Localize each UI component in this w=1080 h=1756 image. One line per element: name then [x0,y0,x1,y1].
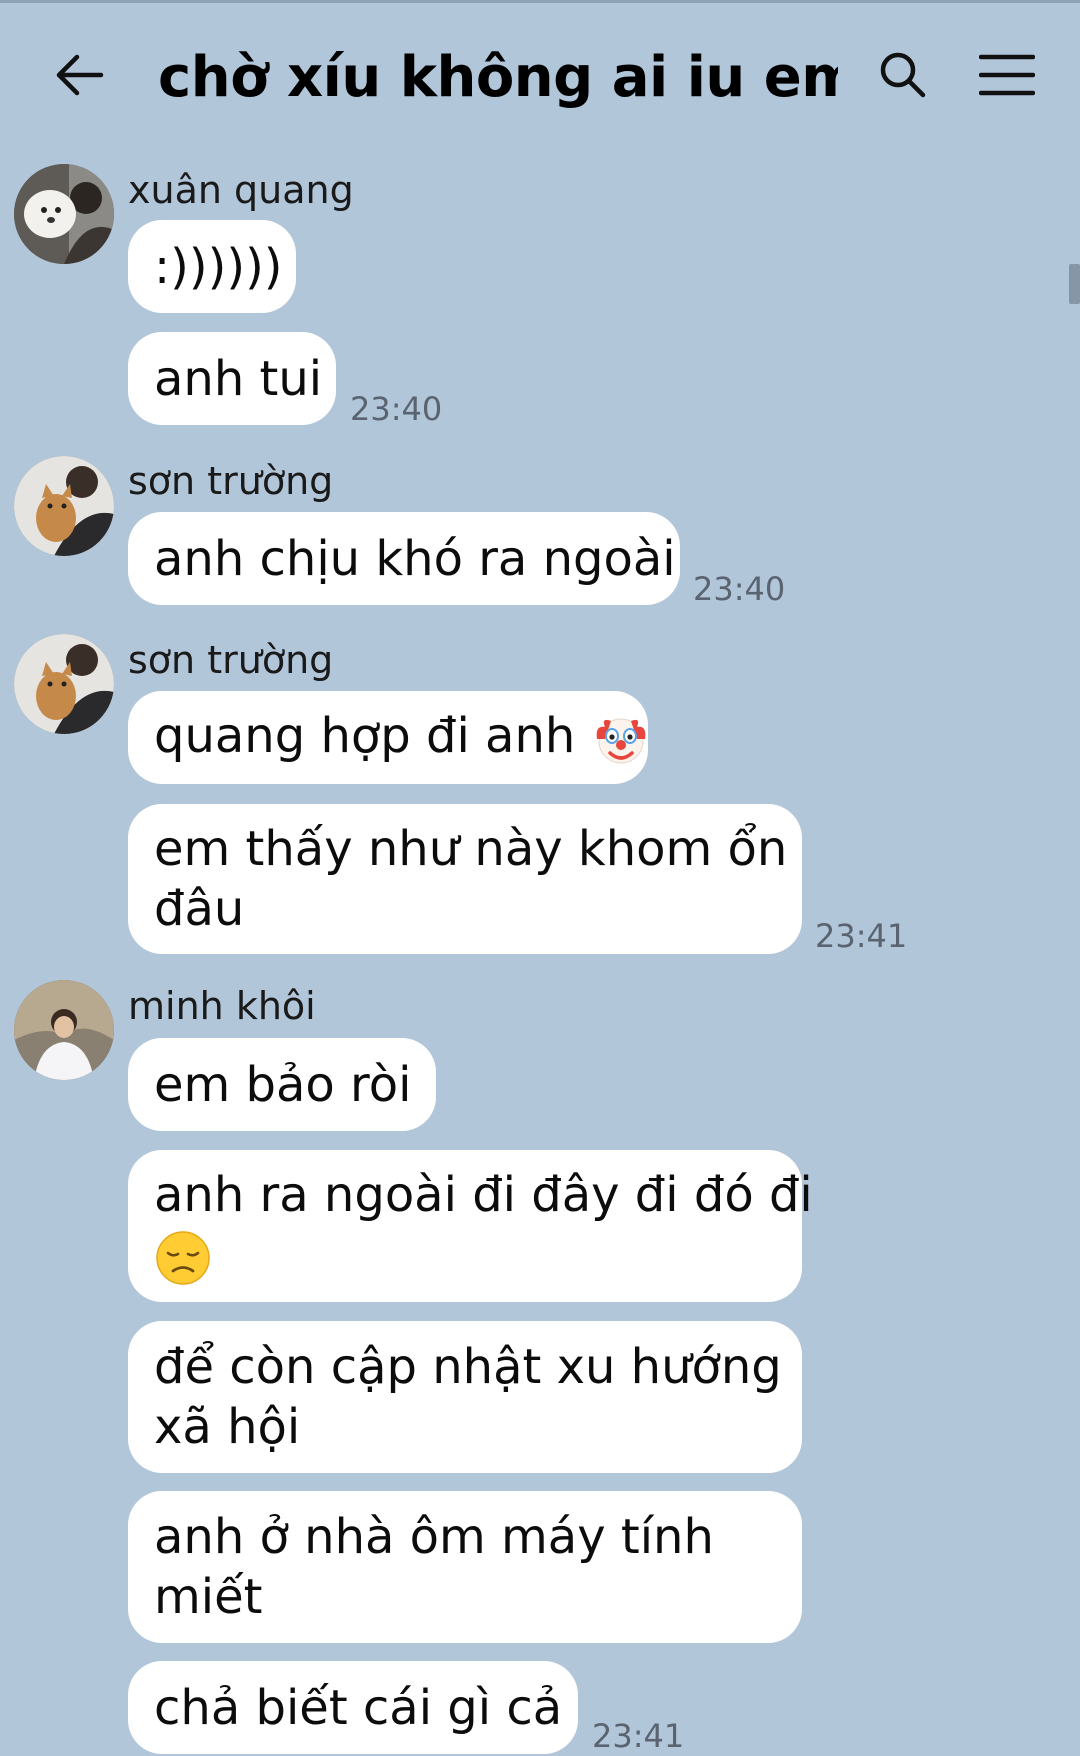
message-bubble[interactable]: anh tui [128,332,336,425]
message-timestamp: 23:41 [815,917,908,955]
menu-button[interactable] [970,40,1044,110]
message-text: chả biết cái gì cả [154,1679,563,1736]
message-text: anh tui [154,350,323,407]
message-bubble[interactable]: chả biết cái gì cả [128,1661,578,1754]
message-bubble[interactable]: anh ra ngoài đi đây đi đó đi [128,1150,813,1302]
message-bubble[interactable]: để còn cập nhật xu hướng xã hội [128,1321,802,1473]
scrollbar-thumb[interactable] [1069,264,1080,304]
chat-title: chờ xíu không ai iu em... [158,45,838,110]
message-emoji-line [154,1225,776,1287]
back-button[interactable] [44,40,114,110]
message-timestamp: 23:41 [592,1717,685,1755]
profile-photo-icon [14,456,114,556]
message-text-line: xã hội [154,1399,301,1455]
message-text-line: em thấy như này khom ổn [154,821,788,877]
message-text-line: anh ra ngoài đi đây đi đó đi [154,1167,813,1223]
message-bubble[interactable]: em thấy như này khom ổn đâu [128,804,802,954]
search-button[interactable] [868,40,938,110]
message-text-line: đâu [154,881,245,937]
avatar-minh-khoi[interactable] [14,980,114,1080]
message-timestamp: 23:40 [693,570,786,608]
message-text-line: anh ở nhà ôm máy tính [154,1509,714,1565]
message-text: anh chịu khó ra ngoài [154,530,676,587]
sender-name: sơn trường [128,638,334,682]
avatar-son-truong[interactable] [14,634,114,734]
message-timestamp: 23:40 [350,390,443,428]
profile-photo-icon [14,980,114,1080]
message-bubble[interactable]: anh chịu khó ra ngoài [128,512,680,605]
chat-header: chờ xíu không ai iu em... [0,0,1080,160]
search-icon [880,52,926,98]
message-bubble[interactable]: anh ở nhà ôm máy tính miết [128,1491,802,1643]
message-bubble[interactable]: :)))))) [128,220,296,313]
disappointed-face-emoji [156,1231,210,1285]
message-bubble[interactable]: em bảo ròi [128,1038,436,1131]
arrow-left-icon [56,54,104,96]
avatar-xuan-quang[interactable] [14,164,114,264]
sender-name: sơn trường [128,459,334,503]
message-content: quang hợp đi anh [154,706,645,769]
message-text-line: miết [154,1569,263,1625]
message-text: em bảo ròi [154,1056,412,1113]
sender-name: minh khôi [128,984,316,1028]
clown-face-emoji [596,718,645,764]
message-text: quang hợp đi anh [154,708,576,764]
sender-name: xuân quang [128,168,354,212]
avatar-son-truong[interactable] [14,456,114,556]
message-bubble[interactable]: quang hợp đi anh [128,691,648,784]
hamburger-menu-icon [979,54,1035,96]
profile-photo-icon [14,634,114,734]
profile-photo-icon [14,164,114,264]
message-text: :)))))) [154,238,283,295]
message-text-line: để còn cập nhật xu hướng [154,1339,782,1395]
